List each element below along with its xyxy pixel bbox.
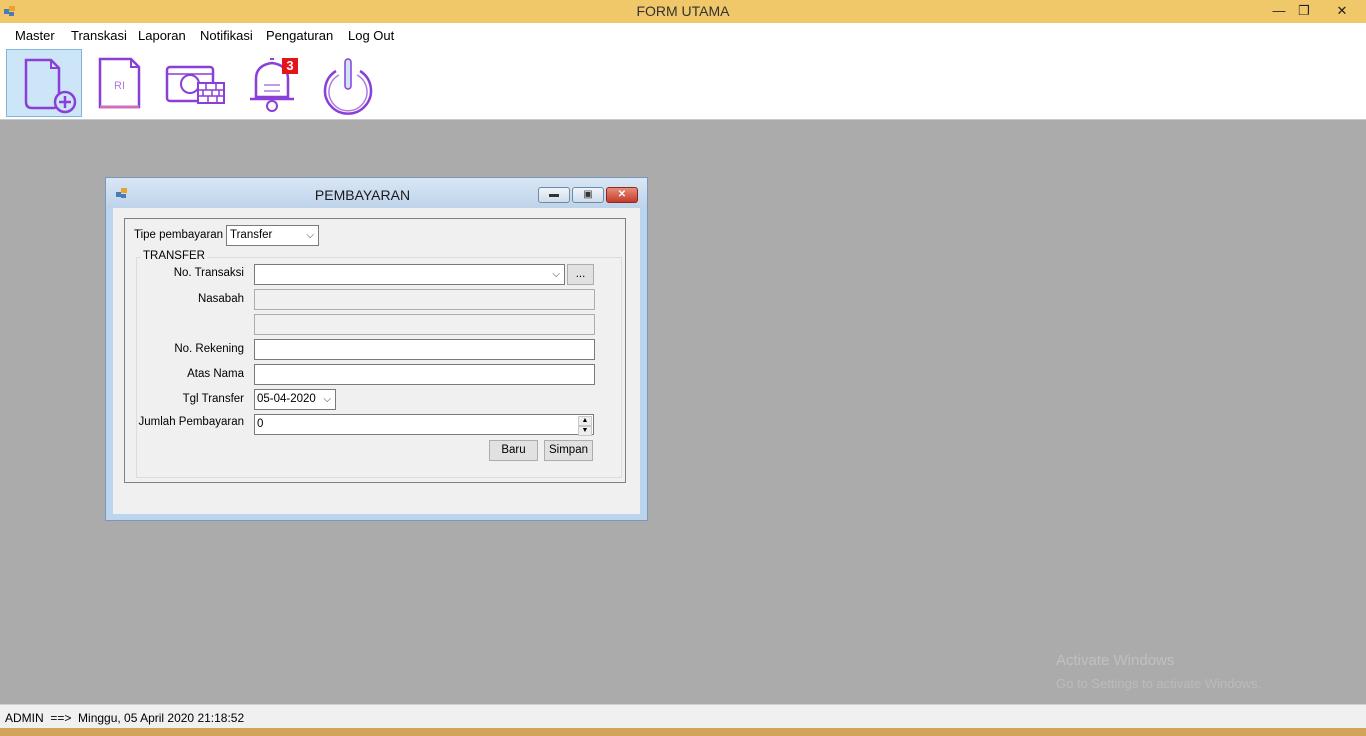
main-title-bar: FORM UTAMA — ❐ ✕ xyxy=(0,0,1366,24)
browse-button[interactable]: ... xyxy=(567,264,594,285)
tipe-pembayaran-label: Tipe pembayaran xyxy=(134,229,224,241)
atas-nama-field[interactable] xyxy=(254,364,595,385)
no-transaksi-select[interactable]: ⌵ xyxy=(254,264,565,285)
tipe-pembayaran-select[interactable]: Transfer ⌵ xyxy=(226,225,319,246)
power-button[interactable] xyxy=(310,49,386,117)
simpan-button[interactable]: Simpan xyxy=(544,440,593,461)
tgl-transfer-picker[interactable]: 05-04-2020 ⌵ xyxy=(254,389,336,410)
status-bar: ADMIN ==> Minggu, 05 April 2020 21:18:52 xyxy=(0,704,1366,729)
transfer-group-title: TRANSFER xyxy=(141,250,207,262)
spin-up-icon[interactable]: ▲ xyxy=(578,416,592,426)
tipe-pembayaran-value: Transfer xyxy=(230,229,273,241)
document-icon: RI xyxy=(98,57,141,109)
taskbar xyxy=(0,728,1366,736)
jumlah-pembayaran-stepper[interactable]: 0 ▲ ▼ xyxy=(254,414,594,436)
nasabah-field[interactable] xyxy=(254,289,595,310)
no-transaksi-label: No. Transaksi xyxy=(173,267,244,279)
chevron-down-icon: ⌵ xyxy=(323,394,331,405)
chevron-down-icon: ⌵ xyxy=(306,230,314,241)
child-close-button[interactable]: ✕ xyxy=(606,187,638,203)
menu-pengaturan[interactable]: Pengaturan xyxy=(266,28,333,43)
child-title-bar[interactable]: PEMBAYARAN ▬ ▣ ✕ xyxy=(106,178,647,208)
notification-button[interactable]: 3 xyxy=(234,49,310,117)
activation-watermark-sub: Go to Settings to activate Windows. xyxy=(1056,676,1262,691)
jumlah-pembayaran-value: 0 xyxy=(257,418,264,430)
money-icon xyxy=(165,65,225,104)
close-button[interactable]: ✕ xyxy=(1318,0,1366,22)
child-maximize-button[interactable]: ▣ xyxy=(572,187,604,203)
menu-log-out[interactable]: Log Out xyxy=(348,28,394,43)
chevron-down-icon: ⌵ xyxy=(552,269,560,280)
svg-text:RI: RI xyxy=(114,80,125,92)
jumlah-pembayaran-label: Jumlah Pembayaran xyxy=(138,416,244,428)
tgl-transfer-value: 05-04-2020 xyxy=(257,393,316,405)
notification-bell-icon xyxy=(250,58,294,112)
nasabah-label: Nasabah xyxy=(197,293,244,305)
pembayaran-window: PEMBAYARAN ▬ ▣ ✕ Tipe pembayaran Transfe… xyxy=(105,177,648,521)
child-client-area: Tipe pembayaran Transfer ⌵ TRANSFER No. … xyxy=(113,208,640,514)
stepper-buttons[interactable]: ▲ ▼ xyxy=(578,416,592,436)
restore-button[interactable]: ❐ xyxy=(1290,0,1318,22)
no-rekening-field[interactable] xyxy=(254,339,595,360)
menu-laporan[interactable]: Laporan xyxy=(138,28,186,43)
form-panel: Tipe pembayaran Transfer ⌵ TRANSFER No. … xyxy=(124,218,626,483)
menu-master[interactable]: Master xyxy=(15,28,55,43)
menu-transaksi[interactable]: Transkasi xyxy=(71,28,127,43)
child-minimize-button[interactable]: ▬ xyxy=(538,187,570,203)
spin-down-icon[interactable]: ▼ xyxy=(578,426,592,436)
menu-bar: Master Transkasi Laporan Notifikasi Peng… xyxy=(0,23,1366,46)
baru-button[interactable]: Baru xyxy=(489,440,538,461)
money-button[interactable] xyxy=(158,49,234,117)
window-title: FORM UTAMA xyxy=(636,3,730,19)
new-document-icon xyxy=(24,58,77,114)
no-rekening-label: No. Rekening xyxy=(174,343,244,355)
notification-badge: 3 xyxy=(282,58,298,74)
atas-nama-label: Atas Nama xyxy=(187,368,244,380)
toolbar: RI 3 xyxy=(0,46,1366,120)
tgl-transfer-label: Tgl Transfer xyxy=(182,393,244,405)
status-text: ADMIN ==> Minggu, 05 April 2020 21:18:52 xyxy=(5,711,245,725)
menu-notifikasi[interactable]: Notifikasi xyxy=(200,28,253,43)
nasabah-detail-field[interactable] xyxy=(254,314,595,335)
report-document-button[interactable]: RI xyxy=(82,49,158,117)
activation-watermark: Activate Windows xyxy=(1056,652,1175,669)
minimize-button[interactable]: — xyxy=(1265,0,1293,22)
new-document-button[interactable] xyxy=(6,49,82,117)
power-icon xyxy=(323,58,373,115)
